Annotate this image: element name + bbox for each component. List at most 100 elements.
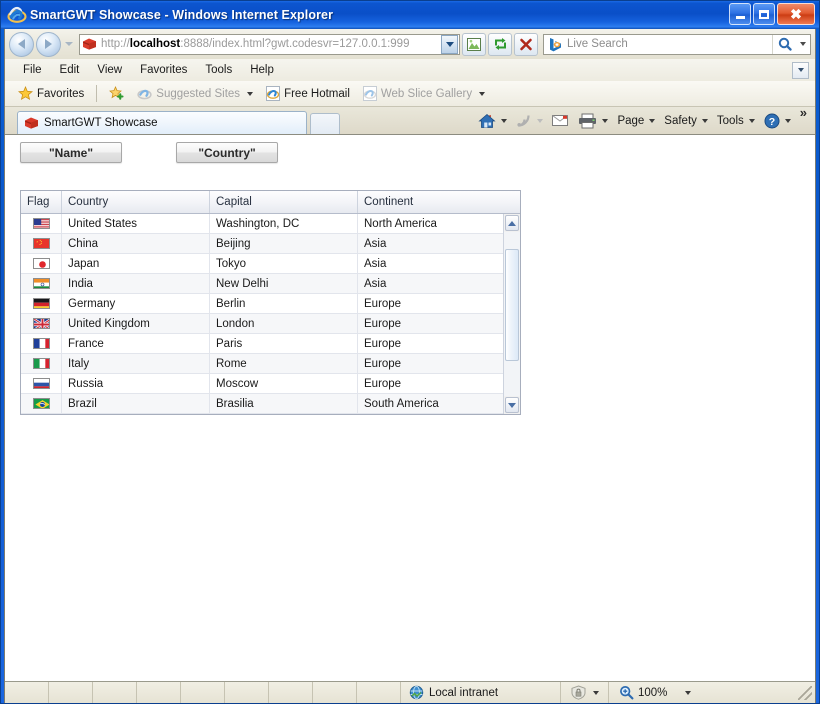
- address-bar[interactable]: http://localhost:8888/index.html?gwt.cod…: [79, 33, 460, 55]
- print-icon: [579, 113, 597, 128]
- menu-overflow-chevron-down-icon[interactable]: [792, 61, 809, 79]
- feeds-button[interactable]: [512, 111, 547, 130]
- chevron-down-icon[interactable]: [479, 91, 486, 96]
- flag-cn-icon: [32, 238, 50, 249]
- chevron-down-icon[interactable]: [247, 91, 254, 96]
- search-options-chevron-down-icon[interactable]: [796, 35, 810, 54]
- table-row[interactable]: Italy Rome Europe: [21, 354, 503, 374]
- help-menu-button[interactable]: ?: [760, 111, 795, 131]
- menu-item-tools[interactable]: Tools: [197, 62, 240, 78]
- search-input[interactable]: Live Search: [567, 38, 772, 50]
- favorites-button[interactable]: Favorites: [13, 84, 89, 103]
- zoom-level-indicator[interactable]: 100%: [609, 682, 815, 703]
- table-row[interactable]: Germany Berlin Europe: [21, 294, 503, 314]
- recent-pages-chevron-down-icon[interactable]: [63, 32, 75, 57]
- scrollbar-thumb[interactable]: [505, 249, 519, 361]
- new-tab-button[interactable]: [310, 113, 340, 134]
- tab-smartgwt-showcase[interactable]: SmartGWT Showcase: [17, 111, 307, 134]
- protected-mode-indicator[interactable]: [561, 682, 609, 703]
- menu-item-edit[interactable]: Edit: [52, 62, 88, 78]
- grid-vertical-scrollbar[interactable]: [503, 214, 520, 414]
- cell-continent: North America: [364, 217, 437, 230]
- scrollbar-track[interactable]: [504, 232, 520, 396]
- compatibility-view-button[interactable]: [462, 32, 486, 56]
- chevron-down-icon[interactable]: [748, 118, 755, 123]
- add-to-favorites-bar-button[interactable]: [104, 84, 129, 103]
- table-row[interactable]: Russia Moscow Europe: [21, 374, 503, 394]
- close-button[interactable]: ✖: [777, 3, 815, 25]
- minimize-button[interactable]: [729, 3, 751, 25]
- flag-us-icon: [32, 218, 50, 229]
- favorites-item-free-hotmail[interactable]: Free Hotmail: [261, 84, 355, 103]
- chevron-down-icon[interactable]: [685, 690, 692, 695]
- cell-continent: Europe: [364, 337, 402, 350]
- table-row[interactable]: India New Delhi Asia: [21, 274, 503, 294]
- stop-button[interactable]: [514, 32, 538, 56]
- grid-header-row: Flag Country Capital Continent: [21, 191, 520, 214]
- safety-menu-button[interactable]: Safety: [660, 113, 712, 129]
- grid-rows: United States Washington, DC North America…: [21, 214, 503, 414]
- rss-icon: [517, 115, 531, 127]
- chevron-down-icon[interactable]: [593, 690, 599, 695]
- star-plus-icon: [109, 86, 124, 100]
- cell-flag: [21, 314, 62, 333]
- chevron-down-icon[interactable]: [649, 118, 656, 123]
- search-go-button[interactable]: [772, 34, 796, 54]
- grid-header-country[interactable]: Country: [62, 191, 210, 213]
- back-button[interactable]: [9, 31, 34, 57]
- bing-logo-icon: [546, 36, 565, 53]
- menu-item-file[interactable]: File: [15, 62, 50, 78]
- table-row[interactable]: Japan Tokyo Asia: [21, 254, 503, 274]
- address-dropdown-chevron-down-icon[interactable]: [441, 34, 458, 54]
- chevron-down-icon[interactable]: [784, 118, 791, 123]
- chevron-down-icon[interactable]: [701, 118, 708, 123]
- menu-item-help[interactable]: Help: [242, 62, 282, 78]
- command-bar-overflow-button[interactable]: »: [796, 106, 811, 119]
- print-button[interactable]: [574, 111, 612, 131]
- cell-flag: [21, 354, 62, 373]
- refresh-button[interactable]: [488, 32, 512, 56]
- client-area: http://localhost:8888/index.html?gwt.cod…: [4, 29, 816, 703]
- status-segment: [225, 682, 269, 703]
- security-zone-indicator[interactable]: Local intranet: [401, 682, 561, 703]
- read-mail-button[interactable]: [548, 112, 573, 130]
- table-row[interactable]: Brazil Brasilia South America: [21, 394, 503, 414]
- page-icon: [25, 117, 38, 129]
- tools-menu-label: Tools: [716, 114, 744, 127]
- menu-item-favorites[interactable]: Favorites: [132, 62, 195, 78]
- tools-menu-button[interactable]: Tools: [713, 113, 759, 129]
- maximize-button[interactable]: [753, 3, 775, 25]
- scroll-down-arrow-icon[interactable]: [505, 397, 519, 413]
- cell-continent: Europe: [364, 377, 402, 390]
- table-row[interactable]: China Beijing Asia: [21, 234, 503, 254]
- scroll-up-arrow-icon[interactable]: [505, 215, 519, 231]
- chevron-down-icon[interactable]: [537, 118, 544, 123]
- tab-strip: SmartGWT Showcase Page Safety Tools ? »: [5, 106, 815, 134]
- window-controls: ✖: [729, 3, 815, 25]
- table-row[interactable]: United States Washington, DC North America: [21, 214, 503, 234]
- chevron-down-icon[interactable]: [602, 118, 609, 123]
- cell-continent: Europe: [364, 357, 402, 370]
- country-button[interactable]: "Country": [176, 142, 278, 163]
- chevron-down-icon[interactable]: [501, 118, 508, 123]
- status-segment: [49, 682, 93, 703]
- name-button[interactable]: "Name": [20, 142, 122, 163]
- security-zone-label: Local intranet: [429, 686, 499, 699]
- favorites-item-web-slice-gallery[interactable]: Web Slice Gallery: [358, 84, 490, 103]
- table-row[interactable]: United Kingdom London Europe: [21, 314, 503, 334]
- cell-continent: Europe: [364, 297, 402, 310]
- page-menu-button[interactable]: Page: [613, 113, 659, 129]
- forward-button[interactable]: [36, 31, 61, 57]
- favorites-item-suggested-sites[interactable]: Suggested Sites: [132, 84, 258, 103]
- grid-header-flag[interactable]: Flag: [21, 191, 62, 213]
- home-button[interactable]: [474, 111, 511, 131]
- search-box[interactable]: Live Search: [543, 33, 811, 55]
- menu-item-view[interactable]: View: [89, 62, 130, 78]
- home-icon: [478, 113, 497, 128]
- help-icon: ?: [764, 113, 780, 128]
- table-row[interactable]: France Paris Europe: [21, 334, 503, 354]
- resize-grip-icon[interactable]: [798, 685, 812, 700]
- grid-header-continent[interactable]: Continent: [358, 191, 520, 213]
- favorites-item-label: Suggested Sites: [156, 87, 241, 100]
- grid-header-capital[interactable]: Capital: [210, 191, 358, 213]
